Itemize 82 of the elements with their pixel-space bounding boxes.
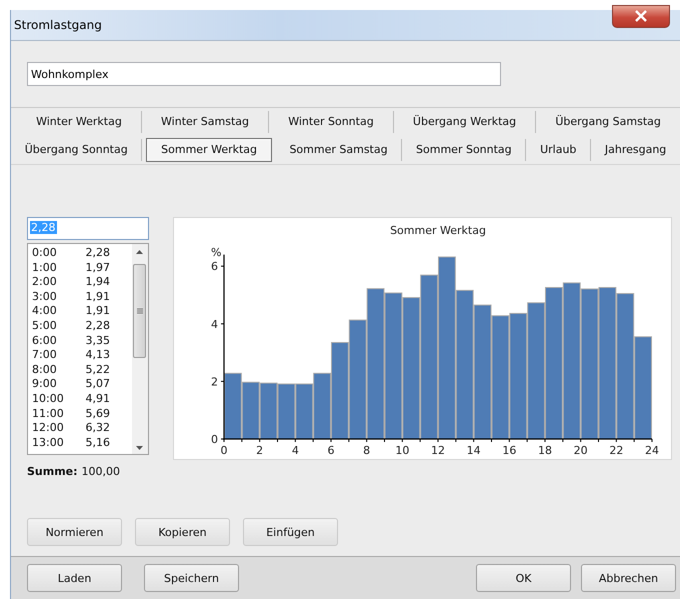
tab[interactable]: Winter Samstag bbox=[142, 111, 270, 133]
hour-label: 5:00 bbox=[32, 318, 58, 334]
hour-value: 4,13 bbox=[84, 348, 111, 363]
tab[interactable]: Winter Werktag bbox=[17, 111, 142, 133]
bar bbox=[259, 382, 278, 440]
hour-value: 3,35 bbox=[84, 334, 111, 348]
hour-value: 6,32 bbox=[84, 421, 111, 436]
tab[interactable]: Winter Sonntag bbox=[269, 111, 394, 133]
hour-label: 1:00 bbox=[32, 260, 58, 276]
tab[interactable]: Übergang Samstag bbox=[536, 111, 680, 133]
hour-label: 9:00 bbox=[32, 377, 58, 392]
hour-value: 2,28 bbox=[84, 318, 111, 334]
tab[interactable]: Übergang Sonntag bbox=[11, 139, 142, 161]
hour-value: 5,22 bbox=[84, 362, 111, 378]
hour-label: 7:00 bbox=[32, 348, 58, 363]
tick-label: 0 bbox=[210, 433, 218, 446]
bar bbox=[242, 382, 260, 440]
bar bbox=[295, 384, 313, 440]
scroll-down-icon bbox=[136, 446, 144, 450]
scrollbar[interactable] bbox=[132, 244, 148, 454]
button[interactable]: Speichern bbox=[144, 564, 239, 592]
hour-value: 1,97 bbox=[84, 260, 111, 276]
tick-label: 14 bbox=[466, 444, 480, 457]
tick-label: 2 bbox=[210, 375, 218, 388]
hour-label: 4:00 bbox=[32, 304, 58, 319]
tick-label: 6 bbox=[210, 260, 218, 274]
tick-label: 4 bbox=[292, 444, 299, 457]
tab[interactable]: Sommer Sonntag bbox=[402, 139, 526, 161]
tick-label: 24 bbox=[644, 444, 659, 457]
hour-value: 5,07 bbox=[84, 377, 111, 392]
sum-value: 100,00 bbox=[82, 465, 120, 478]
hour-value: 2,28 bbox=[84, 246, 111, 261]
tick-label: 16 bbox=[502, 444, 516, 457]
button[interactable]: Abbrechen bbox=[581, 564, 676, 592]
tab[interactable]: Übergang Werktag bbox=[394, 111, 536, 133]
axis-label: % bbox=[210, 246, 222, 259]
hour-label: 13:00 bbox=[32, 436, 65, 450]
hour-value: 1,94 bbox=[84, 275, 111, 290]
tick-label: 12 bbox=[430, 444, 445, 457]
button[interactable]: OK bbox=[476, 564, 571, 592]
hour-label: 8:00 bbox=[32, 362, 58, 378]
scroll-up-icon bbox=[136, 250, 144, 254]
bar bbox=[224, 372, 242, 440]
button[interactable]: Normieren bbox=[27, 518, 122, 546]
tick-label: 8 bbox=[362, 444, 370, 457]
close-button[interactable] bbox=[612, 4, 670, 28]
hour-value: 1,91 bbox=[84, 290, 111, 304]
tab[interactable]: Urlaub bbox=[526, 139, 592, 161]
hour-label: 6:00 bbox=[32, 334, 58, 348]
scroll-thumb[interactable] bbox=[133, 264, 146, 358]
tick-label: 20 bbox=[573, 444, 588, 457]
hour-value: 5,16 bbox=[84, 436, 111, 450]
button[interactable]: Laden bbox=[27, 564, 122, 592]
hour-label: 2:00 bbox=[32, 275, 58, 290]
tick-label: 10 bbox=[395, 444, 410, 457]
button[interactable]: Kopieren bbox=[135, 518, 230, 546]
bar bbox=[277, 384, 296, 440]
tab[interactable]: Sommer Werktag bbox=[146, 138, 272, 162]
grip-icon bbox=[136, 308, 143, 314]
tick-label: 22 bbox=[609, 444, 624, 457]
sum-label: Summe: bbox=[27, 465, 78, 478]
hour-label: 11:00 bbox=[32, 406, 65, 422]
hour-label: 10:00 bbox=[32, 392, 65, 407]
hour-value: 1,91 bbox=[84, 304, 111, 319]
tick-label: 6 bbox=[327, 444, 334, 457]
tick-label: 18 bbox=[538, 444, 552, 457]
hour-label: 3:00 bbox=[32, 290, 58, 304]
name-field[interactable]: Wohnkomplex bbox=[27, 62, 501, 86]
hour-value: 4,91 bbox=[84, 392, 111, 407]
tab[interactable]: Jahresgang bbox=[591, 139, 680, 161]
hour-label: 12:00 bbox=[32, 421, 65, 436]
window-title: Stromlastgang bbox=[14, 18, 102, 32]
tick-label: 2 bbox=[256, 444, 263, 457]
tick-label: 0 bbox=[220, 444, 228, 457]
button[interactable]: Einfügen bbox=[243, 518, 338, 546]
tick-label: 4 bbox=[210, 318, 218, 331]
chart-title: Sommer Werktag bbox=[390, 224, 486, 237]
tab[interactable]: Sommer Samstag bbox=[276, 139, 402, 161]
hour-value: 5,69 bbox=[84, 406, 111, 422]
close-icon bbox=[634, 10, 648, 22]
hour-list[interactable]: 0:00 2,28 1:00 1,97 2:00 1,94 3:00 1,91 4:00 1,91 5:00 2,28 6:00 3,35 7:00 4,13 8:00 5,22 9:00 5,07 10:00 4,91 11:00 5,69 12:00 6,32 13:00 5,16 bbox=[27, 243, 149, 455]
hour-label: 0:00 bbox=[32, 246, 58, 261]
